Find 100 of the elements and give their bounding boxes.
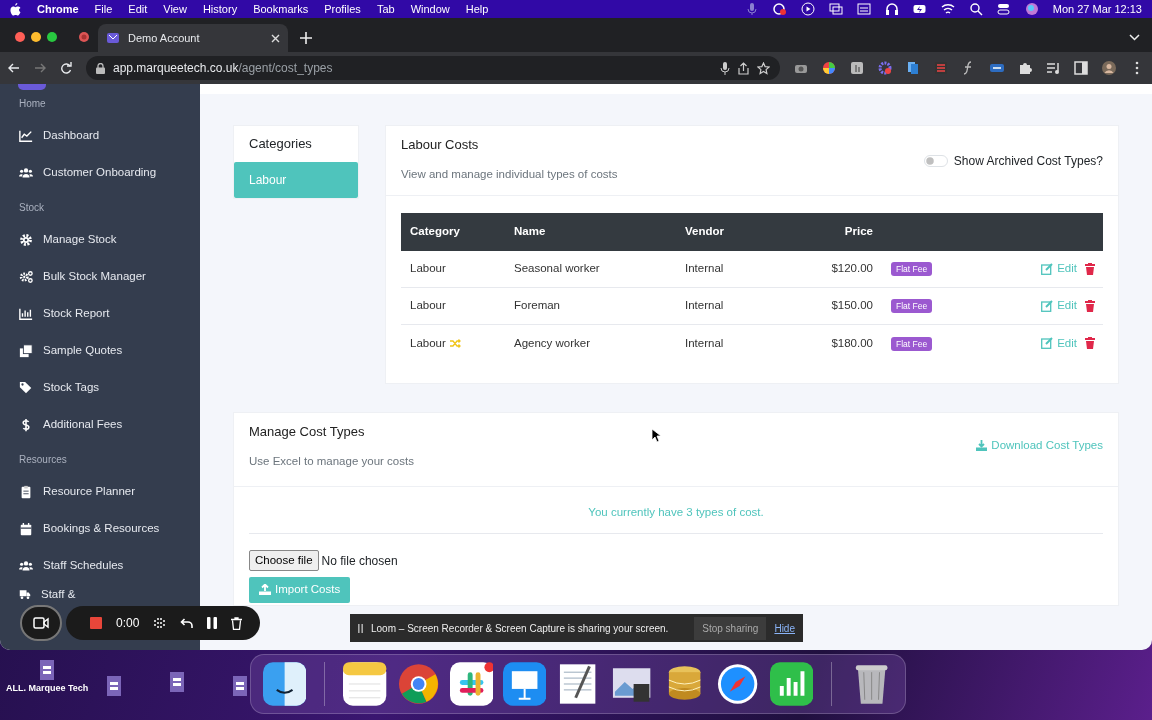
stop-sharing-button[interactable]: Stop sharing: [694, 616, 767, 640]
menu-item[interactable]: Window: [410, 0, 450, 18]
window-controls-icon[interactable]: [14, 31, 60, 43]
chevron-down-icon[interactable]: [1129, 34, 1140, 41]
sidebar-item[interactable]: Manage Stock: [0, 221, 200, 258]
timer: 0:00: [116, 615, 140, 632]
share-icon[interactable]: [738, 61, 749, 75]
truck-icon: [19, 588, 31, 600]
pause-icon[interactable]: [207, 617, 218, 629]
table-cell: $180.00: [831, 336, 873, 349]
column-header: Price: [844, 225, 873, 238]
document-file-icon[interactable]: [231, 676, 249, 698]
users-icon: [19, 165, 33, 180]
sidebar-item[interactable]: Resource Planner: [0, 473, 200, 510]
apple-icon[interactable]: [10, 2, 21, 16]
bar-chart-icon: [19, 306, 33, 321]
menu-item[interactable]: Bookmarks: [253, 0, 309, 18]
sidebar-item[interactable]: Customer Onboarding: [0, 154, 200, 191]
face-icon[interactable]: [263, 662, 307, 706]
fee-badge: Flat Fee: [891, 299, 933, 314]
file-label[interactable]: ALL. Marquee Tech: [6, 682, 89, 696]
zip-icon[interactable]: [990, 61, 1004, 75]
document-file-icon[interactable]: [38, 660, 57, 682]
back-icon[interactable]: [8, 62, 20, 74]
menu-item[interactable]: Profiles: [324, 0, 361, 18]
avatar-icon[interactable]: [1102, 61, 1116, 75]
search-icon[interactable]: [968, 2, 983, 16]
choose-file-button[interactable]: Choose file: [249, 550, 319, 572]
battery-icon[interactable]: [912, 2, 927, 16]
card-title: Manage Cost Types: [249, 423, 366, 441]
app-menu[interactable]: Chrome: [37, 0, 79, 18]
color-wheel-icon[interactable]: [822, 61, 836, 75]
sidebar-item[interactable]: Additional Fees: [0, 406, 200, 443]
grid-icon[interactable]: [153, 616, 167, 630]
delete-icon[interactable]: [231, 616, 243, 630]
list-icon[interactable]: [934, 61, 948, 75]
puzzle-icon[interactable]: [1018, 61, 1032, 75]
sidebar-item[interactable]: Bulk Stock Manager: [0, 258, 200, 295]
sidebar-item[interactable]: Stock Tags: [0, 369, 200, 406]
menu-item[interactable]: Edit: [128, 0, 148, 18]
reload-icon[interactable]: [60, 62, 72, 74]
download-icon: [976, 440, 988, 452]
status-message: You currently have 3 types of cost.: [588, 505, 764, 518]
archived-switch[interactable]: [923, 155, 948, 168]
menu-item[interactable]: History: [202, 0, 238, 18]
menu-item[interactable]: File: [94, 0, 113, 18]
menu-item[interactable]: Help: [465, 0, 489, 18]
table-cell-text: Labour: [410, 335, 446, 351]
hide-link[interactable]: Hide: [774, 620, 795, 636]
forward-icon[interactable]: [34, 62, 46, 74]
address-bar[interactable]: app.marqueetech.co.uk/agent/cost_types: [86, 56, 780, 80]
keyboard-icon[interactable]: [856, 2, 871, 16]
menu-item[interactable]: View: [163, 0, 187, 18]
sidebar-item[interactable]: Stock Report: [0, 295, 200, 332]
users-icon: [19, 558, 33, 573]
sidebar-item[interactable]: Dashboard: [0, 117, 200, 154]
play-icon[interactable]: [800, 2, 815, 16]
browser-icon[interactable]: [396, 662, 440, 706]
table-cell: Seasonal worker: [514, 262, 600, 275]
clipboard-icon: [19, 484, 33, 499]
chat-app-icon[interactable]: [449, 662, 494, 706]
column-header: Vendor: [685, 225, 724, 238]
compass-icon[interactable]: [716, 662, 760, 706]
sidebar-item[interactable]: Bookings & Resources: [0, 510, 200, 547]
star-icon[interactable]: [757, 61, 770, 75]
pause-icon: [358, 623, 363, 633]
fee-badge: Flat Fee: [891, 336, 933, 351]
menu-item[interactable]: Tab: [376, 0, 395, 18]
gear-icon[interactable]: [878, 61, 892, 75]
browser-tab[interactable]: Demo Account: [98, 24, 288, 52]
document-file-icon[interactable]: [105, 676, 123, 698]
windows-icon[interactable]: [828, 2, 843, 16]
new-tab-icon[interactable]: [300, 32, 312, 44]
edit-icon: [1041, 299, 1054, 312]
microphone-icon[interactable]: [720, 61, 730, 75]
sidebar-item[interactable]: Staff &: [0, 588, 200, 601]
column-header: Category: [410, 224, 460, 240]
presentation-icon[interactable]: [503, 662, 547, 706]
sidebar-item[interactable]: Staff Schedules: [0, 547, 200, 584]
undo-icon[interactable]: [180, 617, 194, 629]
document-file-icon[interactable]: [168, 672, 186, 694]
playlist-icon[interactable]: [1046, 61, 1060, 75]
table-cell: $150.00: [831, 299, 873, 312]
table-cell: Internal: [685, 299, 724, 312]
hand-icon[interactable]: [850, 61, 864, 75]
toggle-icon[interactable]: [996, 2, 1011, 16]
headphones-icon[interactable]: [884, 2, 899, 16]
side-panel-icon[interactable]: [1074, 61, 1088, 75]
sidebar-item[interactable]: Sample Quotes: [0, 332, 200, 369]
orb-icon[interactable]: [1024, 2, 1039, 16]
cloud-icon[interactable]: [772, 2, 787, 16]
close-icon[interactable]: [271, 33, 280, 43]
sidebar-heading: Stock: [19, 201, 44, 215]
wifi-icon[interactable]: [940, 2, 955, 16]
copy-icon: [19, 343, 33, 358]
document-icon[interactable]: [906, 61, 920, 75]
notepad-icon[interactable]: [343, 662, 387, 706]
card-subtitle: Use Excel to manage your costs: [249, 453, 414, 469]
card-title: Categories: [249, 136, 312, 151]
spreadsheet-icon[interactable]: [769, 662, 813, 706]
